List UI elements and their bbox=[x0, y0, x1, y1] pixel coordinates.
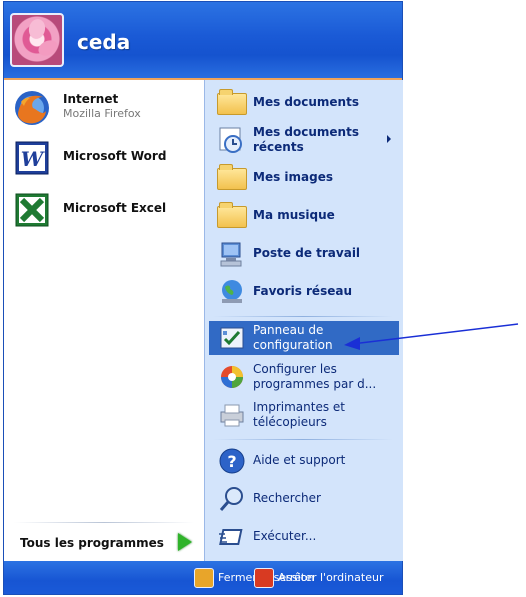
annotation-arrow bbox=[344, 323, 519, 350]
